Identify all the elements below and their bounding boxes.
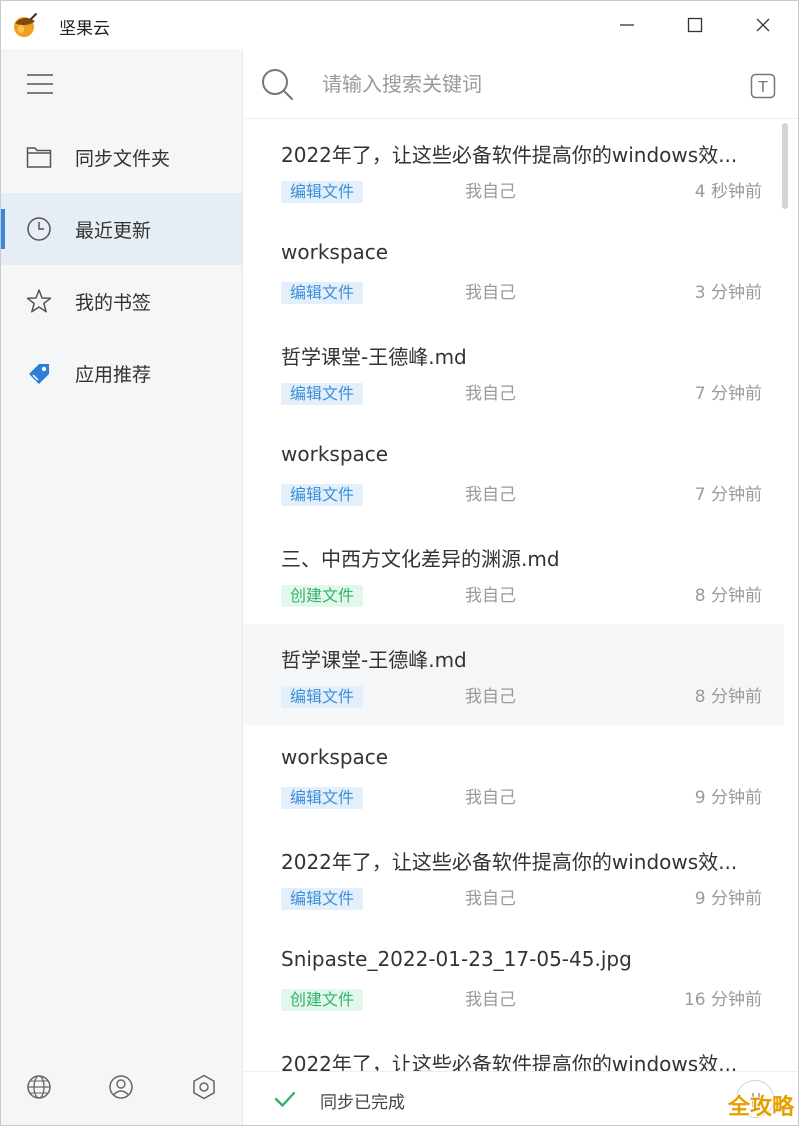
action-tag: 编辑文件	[281, 383, 364, 405]
list-item-selected[interactable]: 哲学课堂-王德峰.md 编辑文件 我自己 8 分钟前	[244, 624, 784, 725]
recent-list: 2022年了，让这些必备软件提高你的windows效... 编辑文件 我自己 4…	[244, 119, 798, 1071]
minimize-icon	[620, 24, 634, 26]
sidebar-item-recent[interactable]: 最近更新	[1, 193, 242, 265]
user-name: 我自己	[465, 889, 516, 909]
list-item[interactable]: 三、中西方文化差异的渊源.md 创建文件 我自己 8 分钟前	[244, 523, 784, 624]
sidebar-item-sync-folder[interactable]: 同步文件夹	[1, 121, 242, 193]
list-item[interactable]: 哲学课堂-王德峰.md 编辑文件 我自己 7 分钟前	[244, 321, 784, 422]
list-item[interactable]: workspace 编辑文件 我自己 7 分钟前	[244, 422, 784, 523]
user-name: 我自己	[465, 182, 516, 202]
hamburger-icon[interactable]	[27, 73, 53, 95]
list-item[interactable]: workspace 编辑文件 我自己 9 分钟前	[244, 725, 784, 826]
action-tag: 编辑文件	[281, 181, 364, 203]
list-item[interactable]: 2022年了，让这些必备软件提高你的windows效... 编辑文件 我自己 4…	[244, 119, 784, 220]
sidebar-item-label: 最近更新	[75, 219, 152, 242]
action-tag: 编辑文件	[281, 686, 364, 708]
settings-icon[interactable]	[190, 1073, 218, 1101]
sync-status-text: 同步已完成	[320, 1093, 405, 1113]
user-name: 我自己	[465, 788, 516, 808]
timestamp: 4 秒钟前	[694, 182, 762, 202]
list-item[interactable]: 2022年了，让这些必备软件提高你的windows效... 编辑文件 我自己 9…	[244, 826, 784, 927]
clock-icon	[25, 215, 53, 243]
sidebar-item-label: 同步文件夹	[75, 147, 171, 170]
sidebar-item-bookmarks[interactable]: 我的书签	[1, 265, 242, 337]
user-icon[interactable]	[107, 1073, 135, 1101]
main-panel: T 2022年了，让这些必备软件提高你的windows效... 编辑文件 我自己…	[244, 49, 798, 1125]
globe-icon[interactable]	[25, 1073, 53, 1101]
user-name: 我自己	[465, 687, 516, 707]
timestamp: 8 分钟前	[694, 586, 762, 606]
minimize-button[interactable]	[607, 9, 647, 41]
maximize-icon	[687, 17, 703, 33]
sidebar-footer	[1, 1047, 242, 1125]
star-icon	[25, 287, 53, 315]
action-tag: 编辑文件	[281, 888, 364, 910]
timestamp: 7 分钟前	[694, 485, 762, 505]
svg-text:T: T	[757, 78, 768, 96]
maximize-button[interactable]	[675, 9, 715, 41]
action-tag: 创建文件	[281, 989, 364, 1011]
action-tag: 编辑文件	[281, 484, 364, 506]
timestamp: 8 分钟前	[694, 687, 762, 707]
app-window: 坚果云 同步文件夹 最近更新 我的书签 应用推荐 请输入搜索关键词 T 2022…	[0, 0, 799, 1126]
sidebar-item-label: 我的书签	[75, 291, 152, 314]
user-name: 我自己	[465, 283, 516, 303]
nut-logo-icon	[14, 13, 37, 37]
sidebar-item-app-recommend[interactable]: 应用推荐	[1, 337, 242, 409]
action-tag: 编辑文件	[281, 282, 364, 304]
file-name: Snipaste_2022-01-23_17-05-45.jpg	[281, 947, 632, 971]
folder-icon	[25, 143, 53, 171]
file-name: 2022年了，让这些必备软件提高你的windows效...	[281, 1052, 738, 1071]
app-title: 坚果云	[59, 19, 110, 39]
timestamp: 3 分钟前	[694, 283, 762, 303]
file-name: workspace	[281, 442, 389, 466]
timestamp: 16 分钟前	[683, 990, 762, 1010]
title-bar: 坚果云	[1, 1, 798, 49]
text-search-toggle-icon[interactable]: T	[750, 73, 776, 99]
file-name: workspace	[281, 240, 389, 264]
list-item[interactable]: Snipaste_2022-01-23_17-05-45.jpg 创建文件 我自…	[244, 927, 784, 1028]
close-button[interactable]	[743, 9, 783, 41]
user-name: 我自己	[465, 485, 516, 505]
sidebar-item-label: 应用推荐	[75, 363, 152, 386]
status-bar: 同步已完成	[244, 1071, 798, 1125]
user-name: 我自己	[465, 384, 516, 404]
file-name: 哲学课堂-王德峰.md	[281, 345, 467, 369]
timestamp: 7 分钟前	[694, 384, 762, 404]
user-name: 我自己	[465, 586, 516, 606]
timestamp: 9 分钟前	[694, 788, 762, 808]
user-name: 我自己	[465, 990, 516, 1010]
sidebar: 同步文件夹 最近更新 我的书签 应用推荐	[1, 49, 243, 1125]
watermark: 全攻略	[727, 1095, 794, 1120]
close-icon	[756, 18, 770, 32]
list-item[interactable]: 2022年了，让这些必备软件提高你的windows效...	[244, 1028, 784, 1071]
search-icon[interactable]	[260, 67, 294, 101]
action-tag: 编辑文件	[281, 787, 364, 809]
timestamp: 9 分钟前	[694, 889, 762, 909]
search-input[interactable]	[322, 69, 742, 99]
check-icon	[274, 1091, 296, 1107]
action-tag: 创建文件	[281, 585, 364, 607]
list-item[interactable]: workspace 编辑文件 我自己 3 分钟前	[244, 220, 784, 321]
file-name: 2022年了，让这些必备软件提高你的windows效...	[281, 143, 738, 167]
file-name: 哲学课堂-王德峰.md	[281, 648, 467, 672]
file-name: 三、中西方文化差异的渊源.md	[281, 547, 560, 571]
scrollbar-thumb[interactable]	[782, 123, 788, 209]
search-bar: T	[244, 49, 798, 119]
tag-icon	[25, 359, 53, 387]
file-name: workspace	[281, 745, 389, 769]
file-name: 2022年了，让这些必备软件提高你的windows效...	[281, 850, 738, 874]
